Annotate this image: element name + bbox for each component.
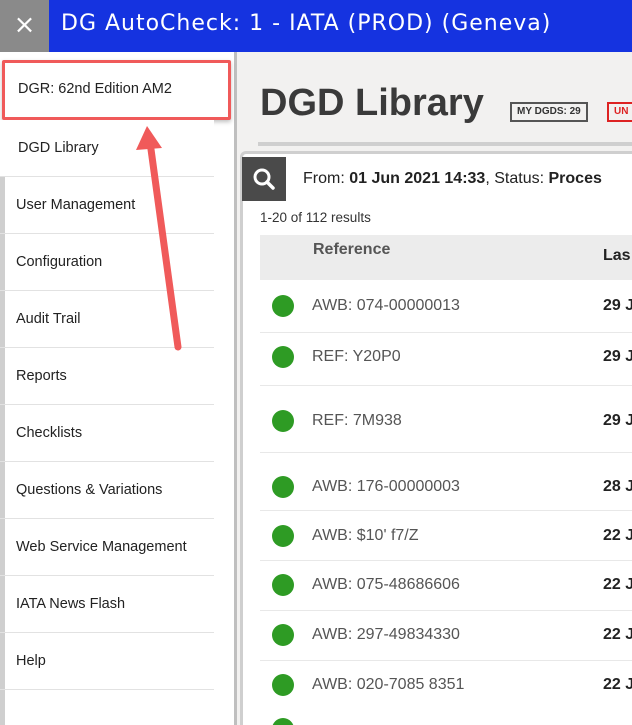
table-row[interactable]: AWB: $10' f7/Z 22 J [260, 521, 632, 551]
row-date: 29 J [603, 348, 632, 365]
table-row[interactable]: AWB: 297-49834330 22 J [260, 620, 632, 650]
title-bar: × DG AutoCheck: 1 - IATA (PROD) (Geneva) [0, 0, 632, 52]
sidebar-item-label: Audit Trail [16, 311, 81, 327]
sidebar-item-web-service-management[interactable]: Web Service Management [0, 519, 214, 576]
close-menu-button[interactable]: × [0, 0, 49, 52]
sidebar-item-label: DGD Library [18, 140, 99, 156]
sidebar-item-configuration[interactable]: Configuration [0, 234, 214, 291]
column-header-reference[interactable]: Reference [313, 241, 390, 259]
sidebar-item-label: DGR: 62nd Edition AM2 [18, 81, 172, 97]
row-reference: AWB: 020-7085 8351 [312, 676, 465, 693]
sidebar-item-label: User Management [16, 197, 136, 213]
sidebar-item-help[interactable]: Help [0, 633, 214, 690]
main-content: DGD Library MY DGDS: 29 UN From: 01 Jun … [240, 52, 632, 725]
row-reference: REF: 7M938 [312, 412, 402, 429]
table-row[interactable]: AWB: 176-00000003 28 J [260, 472, 632, 502]
table-row[interactable]: REF: Y20P0 29 J [260, 342, 632, 372]
row-date: 29 J [603, 412, 632, 429]
status-dot-icon [272, 624, 294, 646]
sidebar-item-label: Help [16, 653, 46, 669]
row-reference: AWB: 075-48686606 [312, 576, 460, 593]
sidebar-item-audit-trail[interactable]: Audit Trail [0, 291, 214, 348]
sidebar-menu: DGR: 62nd Edition AM2 DGD Library User M… [0, 52, 237, 725]
row-reference: AWB: 176-00000003 [312, 478, 460, 495]
row-date: 22 J [603, 626, 632, 643]
title-divider [258, 142, 632, 146]
status-dot-icon [272, 674, 294, 696]
row-divider [260, 510, 632, 511]
table-row[interactable]: AWB: 074-00000013 29 J [260, 291, 632, 321]
sidebar-item-questions-variations[interactable]: Questions & Variations [0, 462, 214, 519]
column-header-last[interactable]: Las [603, 247, 631, 265]
sidebar-item-label: Questions & Variations [16, 482, 163, 498]
status-value: Proces [548, 170, 602, 187]
row-date: 29 J [603, 297, 632, 314]
app-title: DG AutoCheck: 1 - IATA (PROD) (Geneva) [61, 11, 552, 36]
status-dot-icon [272, 295, 294, 317]
sidebar-item-reports[interactable]: Reports [0, 348, 214, 405]
row-reference: AWB: $10' f7/Z [312, 527, 419, 544]
my-dgds-badge[interactable]: MY DGDS: 29 [510, 102, 588, 122]
row-divider [260, 610, 632, 611]
sidebar-item-label: Reports [16, 368, 67, 384]
filter-summary: From: 01 Jun 2021 14:33, Status: Proces [303, 170, 602, 188]
row-date: 22 J [603, 676, 632, 693]
table-row[interactable]: AWB: 020-7085 8351 22 J [260, 670, 632, 700]
row-date: 22 J [603, 527, 632, 544]
close-icon: × [13, 10, 36, 40]
table-row[interactable]: AWB: 075-48686606 22 J [260, 570, 632, 600]
status-dot-icon [272, 410, 294, 432]
row-date: 28 J [603, 478, 632, 495]
search-button[interactable] [242, 157, 286, 201]
row-divider [260, 660, 632, 661]
table-header: Reference Las [260, 235, 632, 280]
row-reference: AWB: 074-00000013 [312, 297, 460, 314]
row-divider [260, 452, 632, 453]
sidebar-item-user-management[interactable]: User Management [0, 177, 214, 234]
sidebar-item-dgd-library[interactable]: DGD Library [0, 120, 214, 177]
page-title: DGD Library [260, 82, 484, 124]
status-dot-icon [272, 574, 294, 596]
sidebar-item-label: IATA News Flash [16, 596, 126, 612]
row-divider [260, 385, 632, 386]
row-reference: REF: Y20P0 [312, 348, 401, 365]
sidebar-item-label: Configuration [16, 254, 103, 270]
from-label: From: [303, 170, 345, 187]
status-label: Status: [494, 170, 545, 187]
search-icon [253, 168, 275, 190]
sidebar-item-checklists[interactable]: Checklists [0, 405, 214, 462]
status-dot-icon [272, 346, 294, 368]
row-reference: AWB: 297-49834330 [312, 626, 460, 643]
sidebar-item-label: Checklists [16, 425, 83, 441]
status-dot-icon [272, 525, 294, 547]
un-badge[interactable]: UN [607, 102, 632, 122]
row-date: 22 J [603, 576, 632, 593]
sidebar-item-iata-news-flash[interactable]: IATA News Flash [0, 576, 214, 633]
row-divider [260, 560, 632, 561]
from-value: 01 Jun 2021 14:33 [349, 170, 486, 187]
results-count: 1-20 of 112 results [260, 210, 371, 225]
filter-separator: , [485, 170, 490, 187]
row-divider [260, 332, 632, 333]
status-dot-icon [272, 476, 294, 498]
sidebar-item-label: Web Service Management [16, 539, 187, 555]
table-row[interactable]: REF: 7M938 29 J [260, 406, 632, 436]
sidebar-item-dgr-edition[interactable]: DGR: 62nd Edition AM2 [2, 60, 231, 120]
